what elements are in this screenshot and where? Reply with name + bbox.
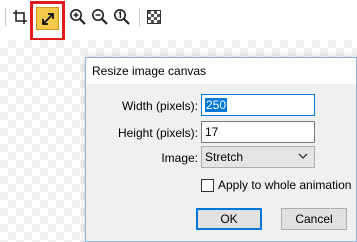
width-field[interactable]: 250	[201, 94, 315, 116]
image-mode-value: Stretch	[205, 150, 244, 164]
width-label: Width (pixels):	[121, 99, 198, 113]
checkerboard-button[interactable]	[143, 6, 165, 28]
zoom-out-icon	[92, 9, 108, 25]
height-value: 17	[205, 125, 219, 139]
toolbar	[0, 0, 357, 41]
crop-icon	[13, 10, 27, 24]
width-value: 250	[205, 98, 228, 112]
image-mode-select[interactable]: Stretch	[201, 146, 315, 168]
toolbar-separator	[139, 8, 140, 26]
zoom-out-button[interactable]	[89, 6, 111, 28]
height-field[interactable]: 17	[201, 121, 315, 143]
cancel-button[interactable]: Cancel	[281, 208, 347, 230]
apply-whole-animation-row[interactable]: Apply to whole animation	[201, 177, 351, 193]
toolbar-separator	[5, 8, 6, 26]
height-label: Height (pixels):	[117, 126, 198, 140]
zoom-in-icon	[70, 9, 86, 25]
resize-icon	[41, 12, 54, 25]
actual-size-icon	[114, 9, 130, 25]
ok-button[interactable]: OK	[196, 208, 262, 230]
crop-button[interactable]	[9, 6, 31, 28]
actual-size-button[interactable]	[111, 6, 133, 28]
zoom-in-button[interactable]	[67, 6, 89, 28]
resize-image-canvas-dialog: Resize image canvas Width (pixels): 250 …	[85, 57, 357, 242]
checkerboard-icon	[147, 10, 161, 24]
dialog-title: Resize image canvas	[86, 58, 356, 84]
apply-whole-animation-checkbox[interactable]	[201, 178, 214, 192]
resize-canvas-button[interactable]	[36, 7, 59, 30]
apply-whole-animation-label[interactable]: Apply to whole animation	[218, 178, 351, 192]
image-label: Image:	[161, 151, 198, 165]
chevron-down-icon	[298, 153, 308, 159]
